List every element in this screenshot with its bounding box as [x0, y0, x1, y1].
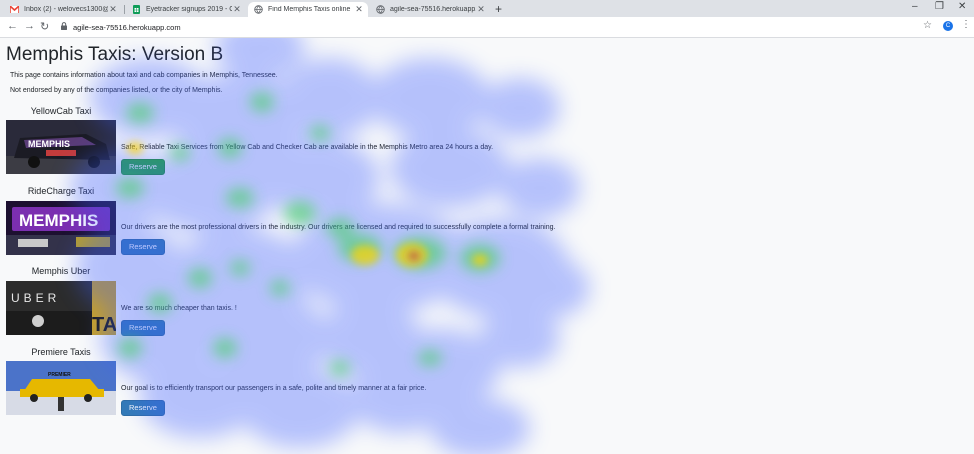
tab-title: Find Memphis Taxis online [268, 6, 351, 13]
kebab-menu-icon[interactable]: ⋮ [961, 19, 971, 30]
browser-toolbar: ← → ↻ agile-sea-75516.herokuapp.com ☆ C … [0, 17, 974, 38]
photo-caption: PREMIER [48, 372, 71, 378]
company-description: Our drivers are the most professional dr… [121, 224, 556, 231]
intro-text: This page contains information about tax… [10, 72, 278, 79]
forward-arrow-icon[interactable]: → [24, 20, 35, 32]
company-photo: MEMPHIS [6, 201, 116, 255]
gmail-icon [10, 5, 19, 14]
reserve-button-premiere[interactable]: Reserve [121, 400, 165, 416]
avatar[interactable]: C [943, 21, 953, 31]
globe-icon [376, 5, 385, 14]
tab-title: Eyetracker signups 2019 - Googl [146, 6, 232, 13]
lock-icon [61, 22, 67, 32]
restore-icon[interactable]: ❐ [935, 1, 944, 12]
page-title: Memphis Taxis: Version B [6, 44, 224, 65]
company-description: We are so much cheaper than taxis. ! [121, 305, 237, 312]
back-arrow-icon[interactable]: ← [7, 20, 18, 32]
company-photo: PREMIER [6, 361, 116, 415]
close-icon[interactable]: ✕ [476, 4, 486, 15]
reserve-button-uber[interactable]: Reserve [121, 320, 165, 336]
tab-gmail[interactable]: Inbox (2) - welovecs1300@gmail ✕ [4, 2, 122, 17]
photo-caption: MEMPHIS [28, 139, 70, 149]
url-text: agile-sea-75516.herokuapp.com [73, 22, 181, 32]
bookmark-star-icon[interactable]: ☆ [923, 20, 932, 31]
company-photo: UBER TA [6, 281, 116, 335]
window-close-icon[interactable]: ✕ [958, 1, 966, 12]
company-description: Safe, Reliable Taxi Services from Yellow… [121, 144, 494, 151]
close-icon[interactable]: ✕ [354, 4, 364, 15]
company-description: Our goal is to efficiently transport our… [121, 385, 427, 392]
company-name: Memphis Uber [31, 266, 91, 276]
tab-find-memphis-taxis[interactable]: Find Memphis Taxis online ✕ [248, 2, 368, 17]
company-photo: MEMPHIS [6, 120, 116, 174]
tab-strip: Inbox (2) - welovecs1300@gmail ✕ Eyetrac… [0, 0, 974, 17]
disclaimer-text: Not endorsed by any of the companies lis… [10, 87, 223, 94]
svg-text:TA: TA [92, 314, 116, 335]
globe-icon [254, 5, 263, 14]
close-icon[interactable]: ✕ [108, 4, 118, 15]
tab-agile-sea[interactable]: agile-sea-75516.herokuapp.com ✕ [370, 2, 490, 17]
reload-icon[interactable]: ↻ [40, 20, 49, 33]
tab-sheets[interactable]: Eyetracker signups 2019 - Googl ✕ [126, 2, 246, 17]
minimize-icon[interactable]: – [912, 1, 918, 12]
photo-caption: UBER [11, 291, 60, 305]
company-name: YellowCab Taxi [30, 106, 92, 116]
close-icon[interactable]: ✕ [232, 4, 242, 15]
company-name: RideCharge Taxi [27, 186, 95, 196]
tab-divider [124, 5, 125, 14]
tab-title: agile-sea-75516.herokuapp.com [390, 6, 476, 13]
reserve-button-ridecharge[interactable]: Reserve [121, 239, 165, 255]
sheets-icon [132, 5, 141, 14]
company-name: Premiere Taxis [31, 347, 91, 357]
tab-title: Inbox (2) - welovecs1300@gmail [24, 6, 108, 13]
photo-caption: MEMPHIS [19, 211, 98, 230]
page-content: Memphis Taxis: Version B This page conta… [0, 38, 974, 454]
reserve-button-yellowcab[interactable]: Reserve [121, 159, 165, 175]
new-tab-button[interactable]: + [495, 2, 502, 16]
address-bar[interactable]: agile-sea-75516.herokuapp.com [55, 19, 935, 35]
